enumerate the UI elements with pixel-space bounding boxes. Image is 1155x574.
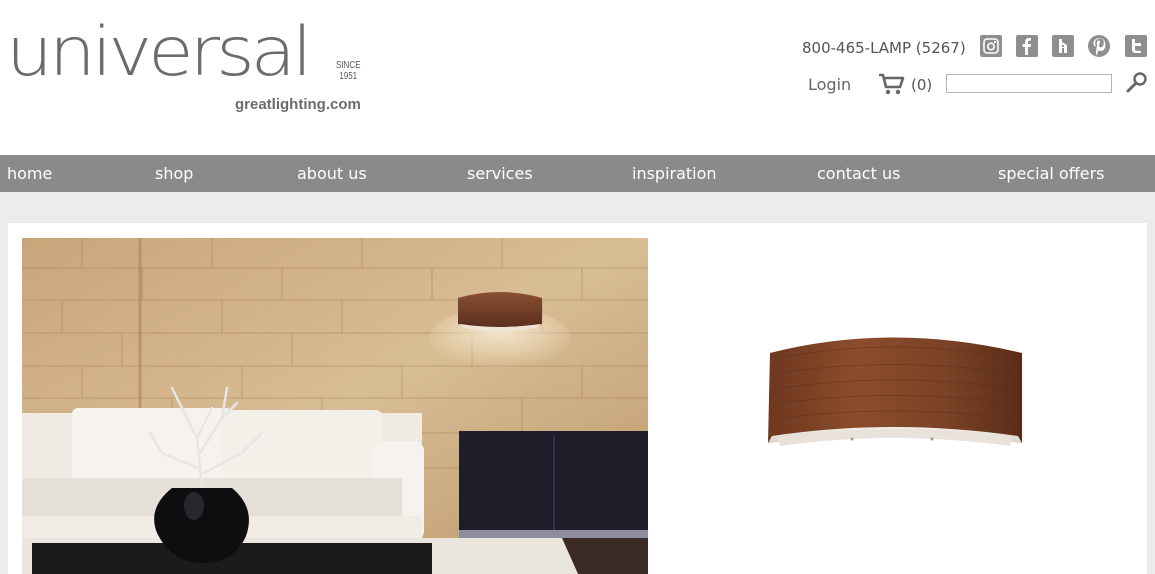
brand-logo[interactable]: universal SINCE 1951 greatlighting.com: [6, 18, 376, 120]
nav-item-services[interactable]: services: [467, 164, 533, 183]
content-area: [0, 192, 1155, 574]
logo-wordmark: universal: [6, 12, 313, 92]
nav-item-special-offers[interactable]: special offers: [998, 164, 1104, 183]
search-icon[interactable]: [1125, 71, 1149, 95]
product-panel: [8, 223, 1147, 574]
cart-icon[interactable]: [878, 72, 906, 96]
phone-number[interactable]: 800-465-LAMP (5267): [802, 39, 966, 57]
nav-item-inspiration[interactable]: inspiration: [632, 164, 717, 183]
product-sconce-image[interactable]: [760, 328, 1024, 446]
nav-item-shop[interactable]: shop: [155, 164, 193, 183]
pinterest-icon[interactable]: [1088, 35, 1110, 57]
facebook-icon[interactable]: [1016, 35, 1038, 57]
instagram-icon[interactable]: [980, 35, 1002, 57]
twitter-icon[interactable]: [1125, 35, 1147, 57]
nav-item-about-us[interactable]: about us: [297, 164, 367, 183]
nav-item-contact-us[interactable]: contact us: [817, 164, 900, 183]
logo-since: SINCE 1951: [336, 60, 361, 82]
search-input[interactable]: [946, 74, 1112, 93]
logo-domain: greatlighting.com: [235, 96, 361, 113]
main-nav: home shop about us services inspiration …: [0, 155, 1155, 192]
houzz-icon[interactable]: [1052, 35, 1074, 57]
nav-item-home[interactable]: home: [7, 164, 52, 183]
room-scene-image[interactable]: [22, 238, 648, 574]
cart-count[interactable]: (0): [911, 76, 932, 94]
site-header: universal SINCE 1951 greatlighting.com 8…: [0, 0, 1155, 155]
login-link[interactable]: Login: [808, 75, 851, 94]
